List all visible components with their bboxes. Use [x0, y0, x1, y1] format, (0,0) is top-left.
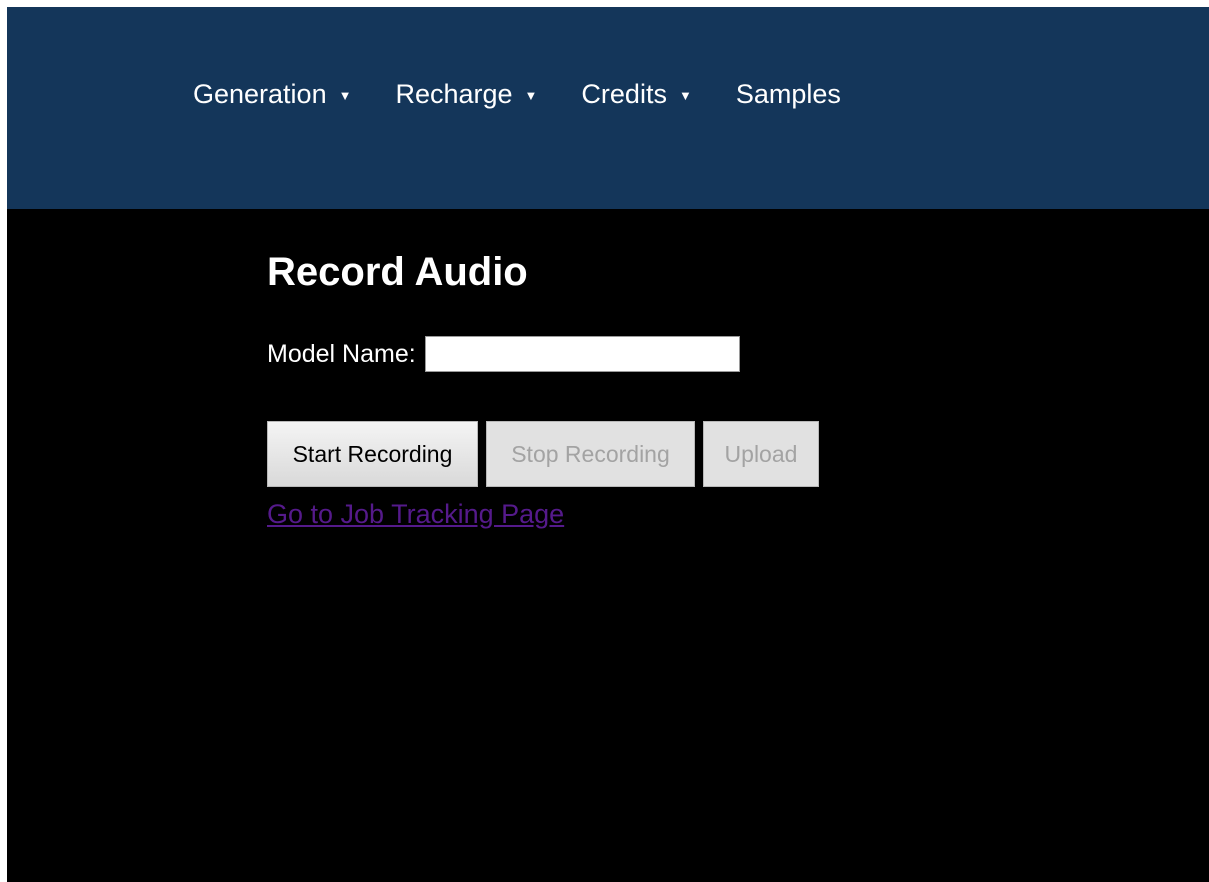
nav-item-recharge[interactable]: Recharge ▼	[395, 79, 537, 110]
app-frame: Generation ▼ Recharge ▼ Credits ▼ Sample…	[7, 7, 1209, 882]
caret-down-icon: ▼	[338, 88, 352, 103]
nav-item-samples[interactable]: Samples	[736, 79, 841, 110]
start-recording-button[interactable]: Start Recording	[267, 421, 478, 487]
model-name-input[interactable]	[424, 336, 740, 372]
stop-recording-button[interactable]: Stop Recording	[486, 421, 695, 487]
model-name-label: Model Name:	[267, 339, 416, 368]
caret-down-icon: ▼	[524, 88, 538, 103]
page-title: Record Audio	[267, 250, 528, 294]
nav-item-generation[interactable]: Generation ▼	[193, 79, 351, 110]
nav-item-credits[interactable]: Credits ▼	[581, 79, 691, 110]
nav-item-label: Generation	[193, 79, 327, 109]
upload-button[interactable]: Upload	[703, 421, 819, 487]
model-name-field-row: Model Name:	[267, 336, 740, 372]
nav-item-label: Recharge	[395, 79, 513, 109]
caret-down-icon: ▼	[678, 88, 692, 103]
recording-controls: Start Recording Stop Recording Upload	[267, 421, 819, 487]
top-navigation-bar: Generation ▼ Recharge ▼ Credits ▼ Sample…	[7, 7, 1209, 209]
nav-item-label: Credits	[581, 79, 667, 109]
nav-item-label: Samples	[735, 79, 841, 109]
job-tracking-link[interactable]: Go to Job Tracking Page	[267, 499, 564, 530]
nav-menu: Generation ▼ Recharge ▼ Credits ▼ Sample…	[193, 79, 841, 110]
